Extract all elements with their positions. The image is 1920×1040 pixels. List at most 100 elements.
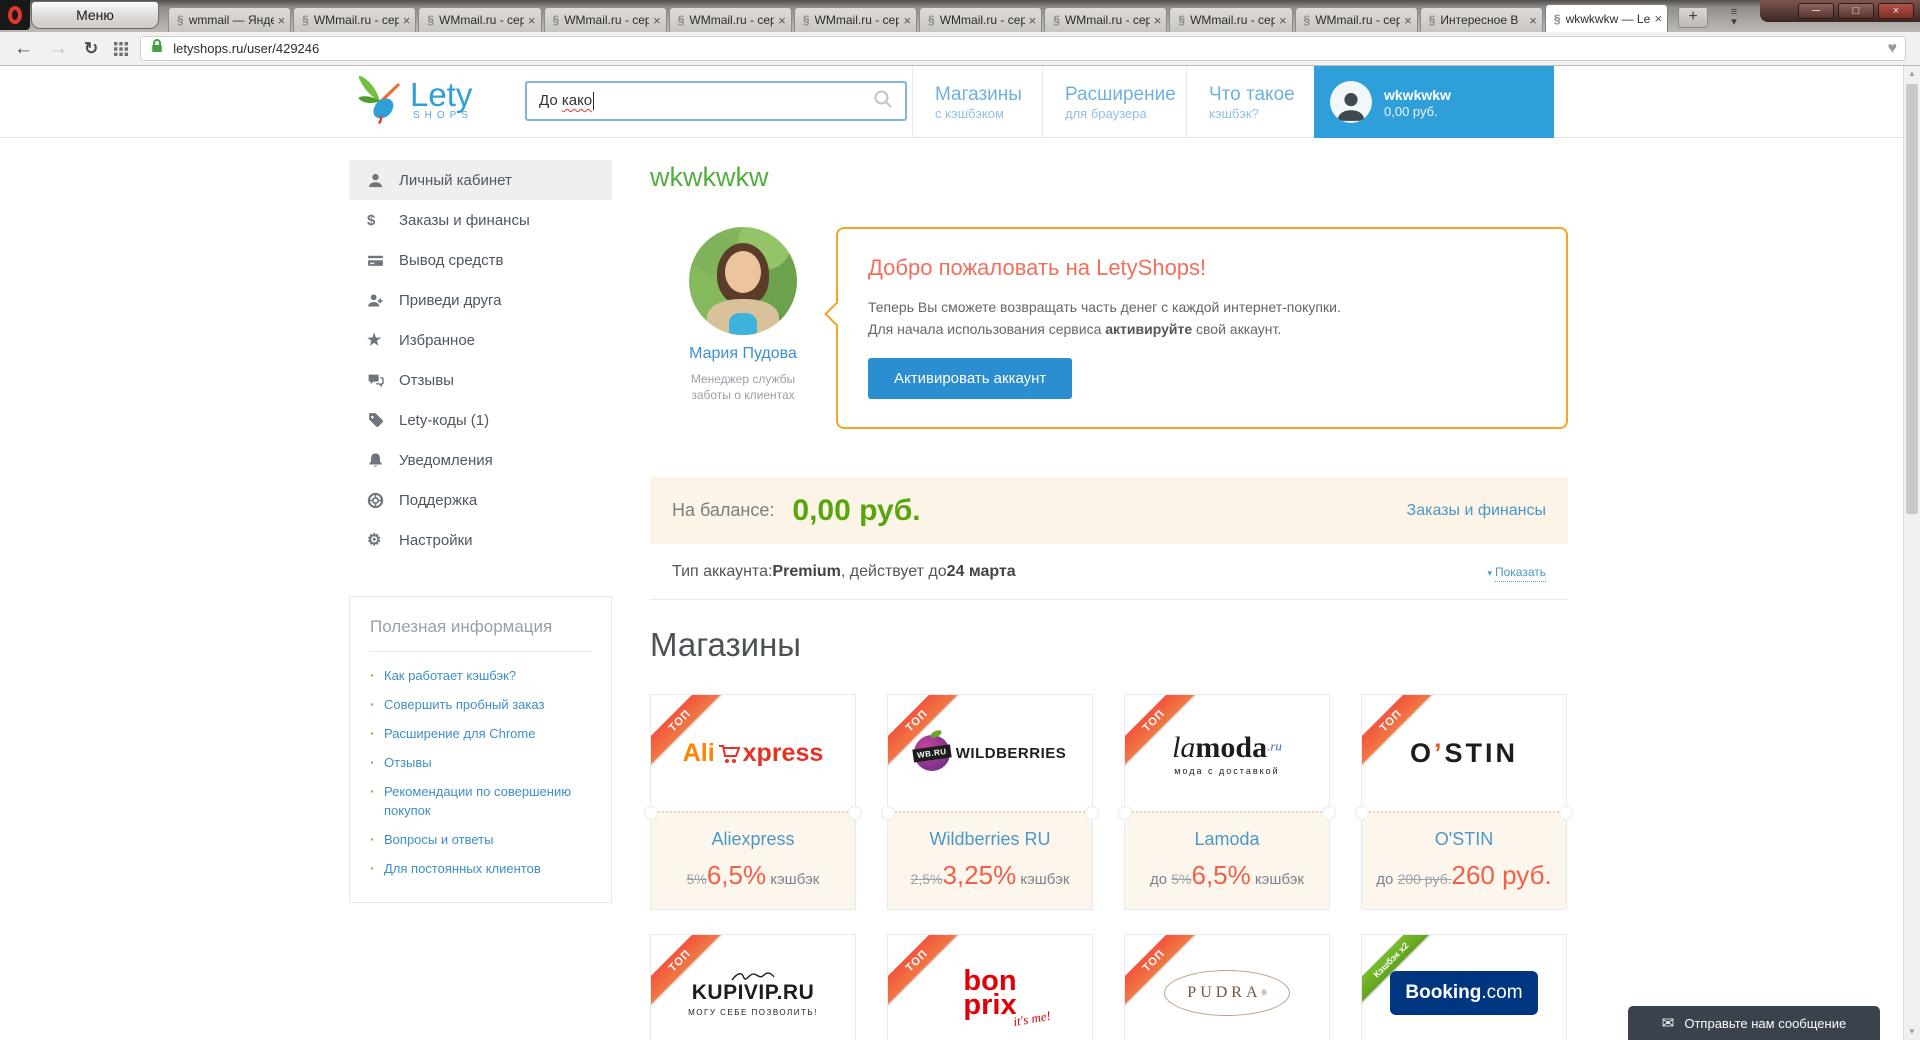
tab-letyshops-active[interactable]: § wkwkwkw — Let ×: [1544, 4, 1669, 32]
tab-close-icon[interactable]: ×: [1029, 13, 1037, 28]
sidebar-item-reviews[interactable]: Отзывы: [349, 360, 612, 400]
shop-card-pudra[interactable]: ТОП PUDRA ®: [1124, 934, 1330, 1040]
tab-wmmail-3[interactable]: § WMmail.ru - сер ×: [418, 7, 542, 32]
scroll-up-arrow[interactable]: ▲: [1904, 66, 1920, 82]
sidebar-item-support[interactable]: Поддержка: [349, 480, 612, 520]
site-header: Lety SHOPS До како Магазины с кэшбэком Р…: [0, 66, 1903, 138]
sidebar-item-personal-cabinet[interactable]: Личный кабинет: [349, 160, 612, 200]
tab-close-icon[interactable]: ×: [653, 13, 661, 28]
tab-close-icon[interactable]: ×: [778, 13, 786, 28]
sidebar-item-notifications[interactable]: Уведомления: [349, 440, 612, 480]
show-toggle-link[interactable]: ▾ Показать: [1487, 564, 1546, 582]
back-icon[interactable]: ←: [14, 38, 33, 60]
sidebar-item-settings[interactable]: ⚙ Настройки: [349, 520, 612, 560]
shop-name-link[interactable]: Lamoda: [1133, 829, 1321, 850]
tab-close-icon[interactable]: ×: [403, 13, 411, 28]
shop-card-kupivip[interactable]: ТОП KUPIVIP.RU МОГУ СЕБЕ ПОЗВОЛИТЬ!: [650, 934, 856, 1040]
manager-name-link[interactable]: Мария Пудова: [650, 345, 836, 363]
sidebar-item-withdraw[interactable]: Вывод средств: [349, 240, 612, 280]
shop-card-lamoda[interactable]: ТОП lamoda.ru мода с доставкой Lamoda до …: [1118, 694, 1336, 911]
tab-close-icon[interactable]: ×: [1279, 13, 1287, 28]
info-link-chrome-extension[interactable]: Расширение для Chrome: [384, 724, 535, 743]
reload-icon[interactable]: ↻: [84, 39, 98, 59]
account-type-value: Premium: [772, 562, 841, 580]
tab-title: Интересное В: [1440, 13, 1519, 27]
comments-icon: [367, 372, 391, 389]
sidebar-item-favorites[interactable]: ★ Избранное: [349, 320, 612, 360]
chat-widget-button[interactable]: ✉ Отправьте нам сообщение: [1628, 1006, 1880, 1040]
tab-interesnoe[interactable]: § Интересное В ×: [1419, 7, 1543, 32]
tab-title: wmmail — Янде: [188, 13, 274, 27]
shop-card-wildberries[interactable]: ТОП WB.RU WILDBERRIES Wildberries RU 2,5%…: [881, 694, 1099, 911]
info-link-trial-order[interactable]: Совершить пробный заказ: [384, 695, 544, 714]
letyshops-logo[interactable]: Lety SHOPS: [350, 70, 473, 133]
sidebar-item-label: Приведи друга: [399, 291, 502, 309]
shop-name-link[interactable]: Wildberries RU: [896, 829, 1084, 850]
tab-wmmail-7[interactable]: § WMmail.ru - сер ×: [919, 7, 1043, 32]
tab-wmmail-9[interactable]: § WMmail.ru - сер ×: [1169, 7, 1293, 32]
welcome-line1: Теперь Вы сможете возвращать часть денег…: [868, 299, 1341, 315]
star-icon: ★: [367, 332, 382, 349]
tab-wmmail-8[interactable]: § WMmail.ru - сер ×: [1044, 7, 1168, 32]
nav-line1: Что такое: [1209, 83, 1295, 105]
info-link-row: · Расширение для Chrome: [370, 724, 591, 743]
opera-logo-icon[interactable]: [0, 0, 30, 30]
url-field[interactable]: letyshops.ru/user/429246 ♥: [140, 36, 1906, 61]
sidebar-item-label: Заказы и финансы: [399, 211, 530, 229]
activate-account-button[interactable]: Активировать аккаунт: [868, 358, 1073, 400]
window-minimize-button[interactable]: ─: [1798, 3, 1834, 19]
tab-wmmail-5[interactable]: § WMmail.ru - сер ×: [668, 7, 792, 32]
new-tab-button[interactable]: +: [1678, 7, 1708, 28]
nav-what-is-cashback[interactable]: Что такое кэшбэк?: [1186, 66, 1317, 138]
tab-wmmail-4[interactable]: § WMmail.ru - сер ×: [543, 7, 667, 32]
search-value-misspelled: како: [561, 91, 593, 109]
info-link-faq[interactable]: Вопросы и ответы: [384, 830, 493, 849]
tab-menu-icon[interactable]: ≡ ▾: [1718, 7, 1750, 28]
browser-menu-button[interactable]: Меню: [31, 1, 159, 29]
scroll-down-arrow[interactable]: ▼: [1904, 1024, 1920, 1040]
search-icon[interactable]: [873, 89, 893, 114]
nav-browser-extension[interactable]: Расширение для браузера: [1042, 66, 1198, 138]
sidebar-item-invite-friend[interactable]: Приведи друга: [349, 280, 612, 320]
shop-card-booking[interactable]: Кэшбэк х2 Booking.com: [1361, 934, 1567, 1040]
info-link-how-cashback-works[interactable]: Как работает кэшбэк?: [384, 666, 516, 685]
tab-close-icon[interactable]: ×: [528, 13, 536, 28]
sidebar-item-lety-codes[interactable]: Lety-коды (1): [349, 400, 612, 440]
info-link-loyal-customers[interactable]: Для постоянных клиентов: [384, 859, 541, 878]
tab-close-icon[interactable]: ×: [1154, 13, 1162, 28]
shop-name-link[interactable]: Aliexpress: [659, 829, 847, 850]
envelope-icon: ✉: [1661, 1015, 1675, 1032]
tab-close-icon[interactable]: ×: [903, 13, 911, 28]
shop-card-ostin[interactable]: ТОП O’STIN O'STIN до 200 руб.260 руб.: [1355, 694, 1573, 911]
tab-wmmail-6[interactable]: § WMmail.ru - сер ×: [793, 7, 918, 32]
window-close-button[interactable]: ×: [1878, 3, 1914, 19]
tab-close-icon[interactable]: ×: [278, 13, 286, 28]
tab-favicon: §: [1428, 13, 1436, 27]
info-link-recommendations[interactable]: Рекомендации по совершению покупок: [384, 782, 591, 820]
sidebar-item-orders-finance[interactable]: $ Заказы и финансы: [349, 200, 612, 240]
tab-close-icon[interactable]: ×: [1529, 13, 1537, 28]
search-input[interactable]: До како: [525, 81, 907, 121]
bookmark-heart-icon[interactable]: ♥: [1888, 40, 1898, 58]
shop-card-aliexpress[interactable]: ТОП Ali xpress Aliexpress 5%6,5% кэшбэк: [644, 694, 862, 911]
page-scrollbar[interactable]: ▲ ▼: [1903, 66, 1920, 1040]
nav-shops-cashback[interactable]: Магазины с кэшбэком: [912, 66, 1044, 138]
user-account-badge[interactable]: wkwkwkw 0,00 руб.: [1314, 66, 1554, 138]
forward-icon[interactable]: →: [49, 38, 68, 60]
tab-favicon: §: [928, 13, 935, 27]
shop-name-link[interactable]: O'STIN: [1370, 829, 1558, 850]
tab-wmmail-2[interactable]: § WMmail.ru - сер ×: [293, 7, 417, 32]
tab-close-icon[interactable]: ×: [1404, 13, 1412, 28]
tab-close-icon[interactable]: ×: [1654, 11, 1662, 26]
tab-wmmail-10[interactable]: § WMmail.ru - сер ×: [1294, 7, 1418, 32]
orders-finance-link[interactable]: Заказы и финансы: [1407, 502, 1546, 520]
tab-wmmail[interactable]: § wmmail — Янде ×: [168, 7, 292, 32]
letyshops-bird-icon: [350, 70, 408, 133]
window-restore-button[interactable]: □: [1838, 3, 1874, 19]
shop-card-bonprix[interactable]: ТОП bon prix it's me!: [887, 934, 1093, 1040]
shop-logo-ostin: ТОП O’STIN: [1362, 695, 1566, 812]
scrollbar-thumb[interactable]: [1906, 84, 1918, 514]
cashback-prefix: до: [1150, 871, 1172, 889]
speed-dial-icon[interactable]: [114, 41, 129, 56]
info-link-reviews[interactable]: Отзывы: [384, 753, 432, 772]
